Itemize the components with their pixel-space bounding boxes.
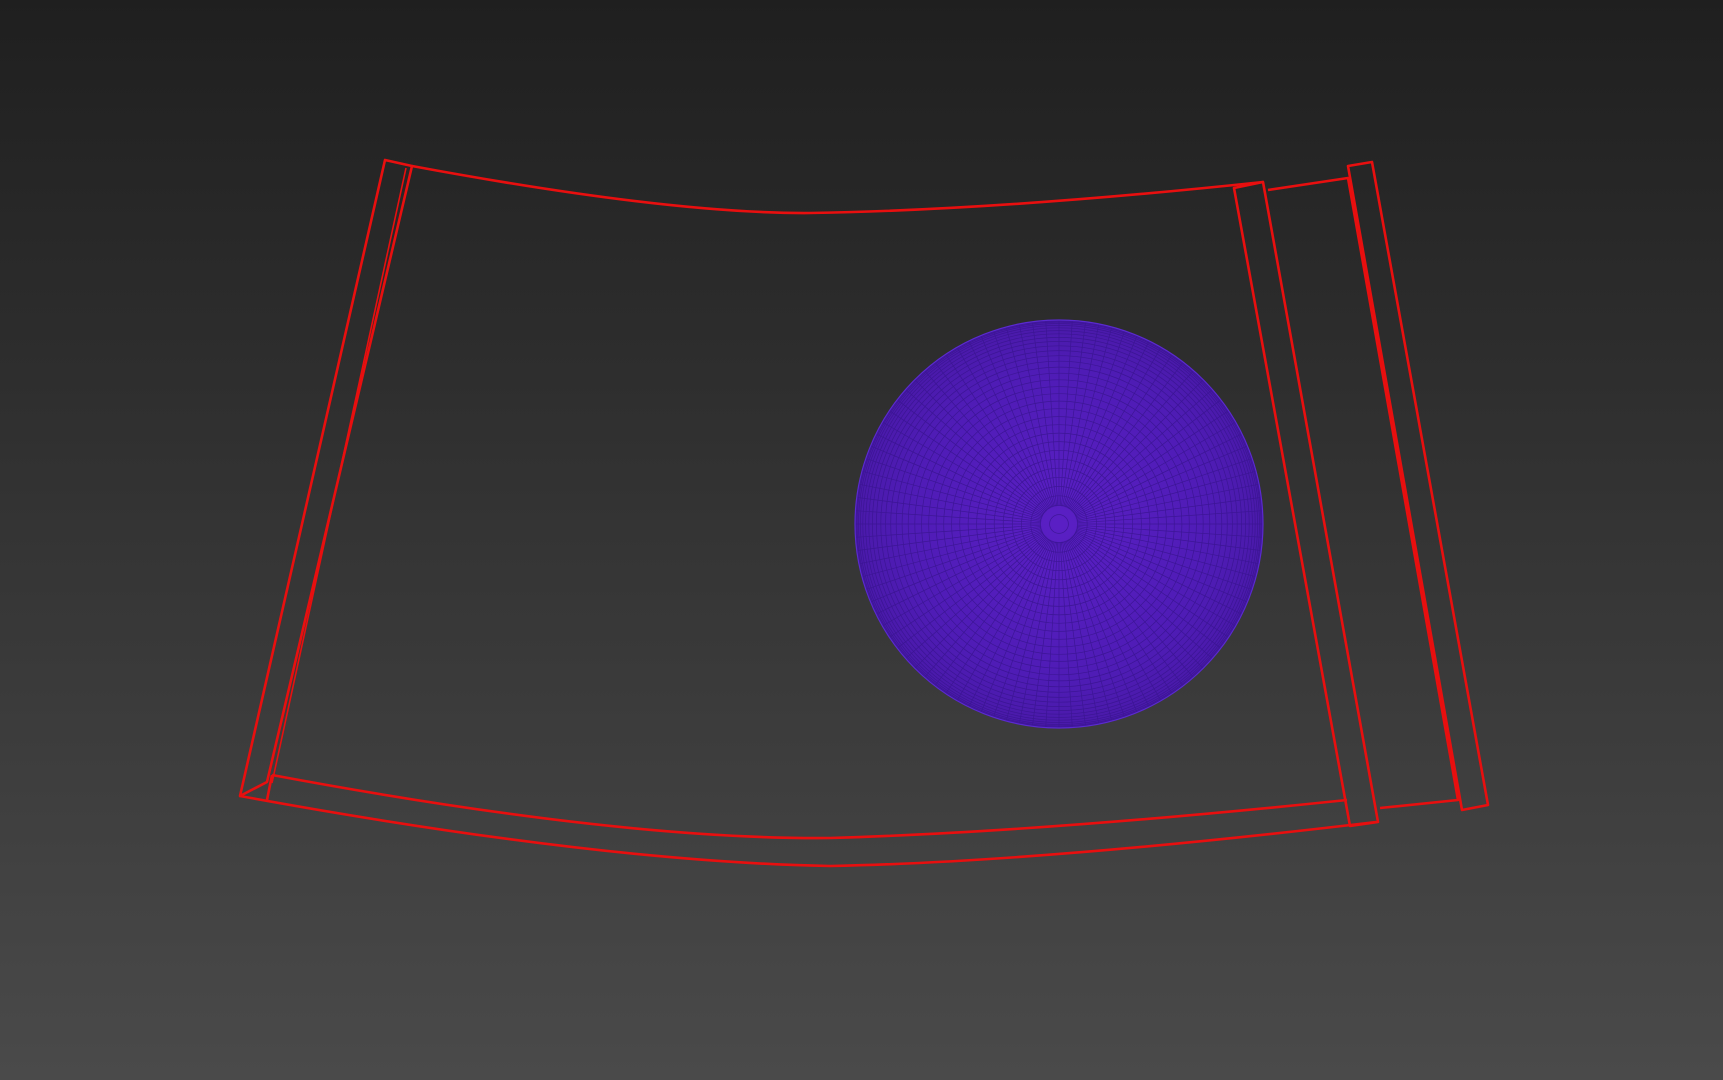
panel-right-face xyxy=(1267,176,1460,810)
viewport-scene[interactable] xyxy=(0,0,1723,1080)
panel-bottom-outer-edge xyxy=(239,794,1377,868)
panel-left-cap-inner xyxy=(271,167,407,784)
panel-far-right-post xyxy=(1346,160,1490,812)
3d-viewport[interactable] xyxy=(0,0,1723,1080)
sphere-wireframe[interactable] xyxy=(854,319,1264,729)
panel-top-edge xyxy=(411,164,1264,215)
